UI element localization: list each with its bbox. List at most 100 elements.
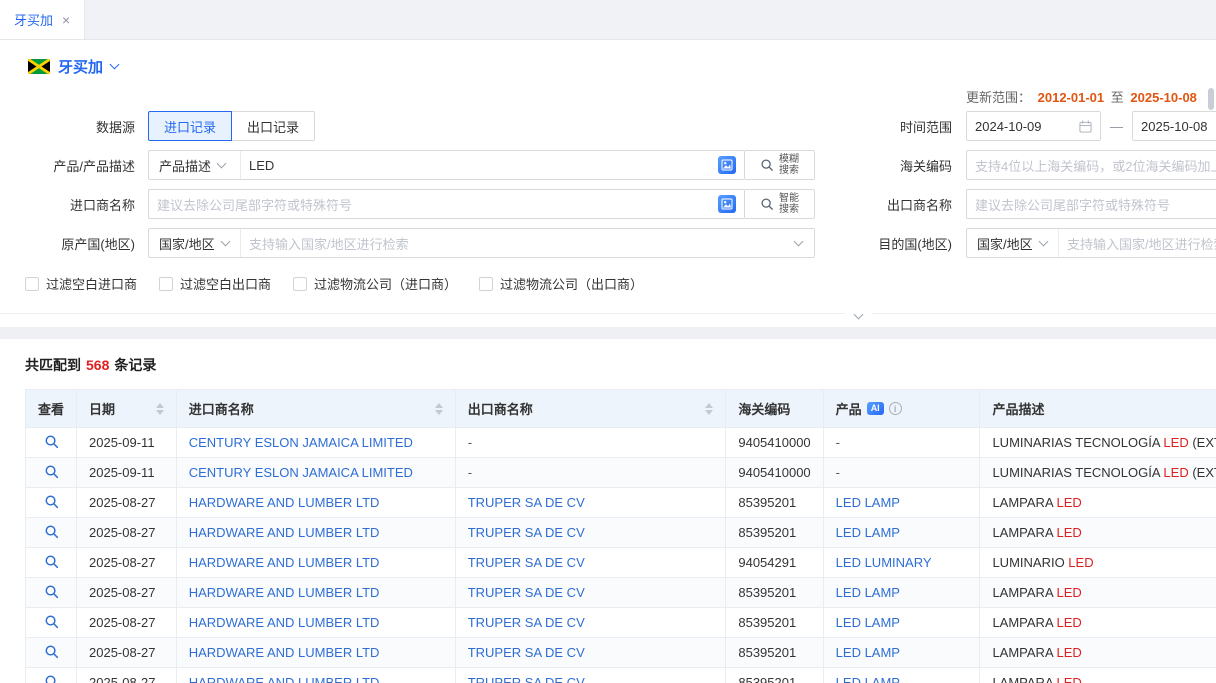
product-cell: LED LAMP [823, 518, 980, 548]
jamaica-flag-icon [28, 59, 50, 74]
product-link[interactable]: LED LAMP [836, 645, 900, 660]
view-record-button[interactable] [44, 494, 59, 509]
tab-jamaica[interactable]: 牙买加 × [0, 0, 85, 39]
product-link[interactable]: LED LUMINARY [836, 555, 932, 570]
hs-code-cell: 9405410000 [726, 458, 823, 488]
collapse-button[interactable] [845, 306, 872, 321]
importer-link[interactable]: HARDWARE AND LUMBER LTD [189, 585, 380, 600]
view-cell [26, 668, 77, 683]
fuzzy-search-button[interactable]: 模糊 搜索 [745, 150, 815, 180]
checkbox-icon[interactable] [479, 277, 493, 291]
sort-icon[interactable] [697, 403, 713, 415]
sort-icon[interactable] [427, 403, 443, 415]
destination-type-select[interactable]: 国家/地区 [967, 229, 1059, 257]
importer-cell: HARDWARE AND LUMBER LTD [176, 668, 455, 683]
scrollbar-thumb[interactable] [1208, 88, 1214, 110]
view-record-button[interactable] [44, 674, 59, 683]
exporter-link[interactable]: TRUPER SA DE CV [468, 585, 585, 600]
destination-country-input[interactable]: 支持输入国家/地区进行检索 [1059, 229, 1216, 257]
checkbox-filter-logistics-exporter[interactable]: 过滤物流公司（出口商） [479, 274, 643, 293]
product-link[interactable]: LED LAMP [836, 495, 900, 510]
origin-country-input[interactable]: 支持输入国家/地区进行检索 [241, 229, 795, 257]
image-search-icon[interactable] [718, 156, 736, 174]
exporter-link[interactable]: TRUPER SA DE CV [468, 615, 585, 630]
filter-divider [0, 313, 1216, 327]
checkbox-icon[interactable] [159, 277, 173, 291]
origin-type-select[interactable]: 国家/地区 [149, 229, 241, 257]
start-date-input[interactable]: 2024-10-09 [966, 111, 1101, 141]
product-link[interactable]: LED LAMP [836, 525, 900, 540]
table-row: 2025-08-27 HARDWARE AND LUMBER LTD TRUPE… [26, 608, 1216, 638]
info-icon[interactable]: i [889, 402, 902, 415]
view-record-button[interactable] [44, 614, 59, 629]
hs-code-cell: 85395201 [726, 608, 823, 638]
hs-code-cell: 85395201 [726, 638, 823, 668]
data-source-label: 数据源 [0, 117, 148, 136]
table-row: 2025-08-27 HARDWARE AND LUMBER LTD TRUPE… [26, 548, 1216, 578]
checkbox-label: 过滤物流公司（出口商） [500, 274, 643, 293]
column-header-importer[interactable]: 进口商名称 [176, 390, 455, 428]
exporter-cell: - [455, 428, 726, 458]
checkbox-icon[interactable] [25, 277, 39, 291]
filter-checkboxes: 过滤空白进口商 过滤空白出口商 过滤物流公司（进口商） 过滤物流公司（出口商） [25, 274, 1216, 293]
country-chevron-down-icon[interactable] [110, 60, 120, 70]
view-record-button[interactable] [44, 464, 59, 479]
column-header-date[interactable]: 日期 [77, 390, 177, 428]
import-records-button[interactable]: 进口记录 [148, 111, 232, 141]
importer-link[interactable]: CENTURY ESLON JAMAICA LIMITED [189, 435, 413, 450]
product-link[interactable]: LED LAMP [836, 675, 900, 683]
hs-code-cell: 85395201 [726, 488, 823, 518]
importer-name-input[interactable]: 建议去除公司尾部字符或特殊符号 [149, 190, 718, 218]
description-cell: LAMPARA LED [980, 638, 1216, 668]
importer-link[interactable]: HARDWARE AND LUMBER LTD [189, 615, 380, 630]
view-record-button[interactable] [44, 584, 59, 599]
view-record-button[interactable] [44, 434, 59, 449]
exporter-link[interactable]: TRUPER SA DE CV [468, 495, 585, 510]
checkbox-filter-blank-importer[interactable]: 过滤空白进口商 [25, 274, 137, 293]
checkbox-icon[interactable] [293, 277, 307, 291]
hs-code-cell: 94054291 [726, 548, 823, 578]
importer-link[interactable]: CENTURY ESLON JAMAICA LIMITED [189, 465, 413, 480]
view-record-button[interactable] [44, 524, 59, 539]
update-range-end: 2025-10-08 [1130, 90, 1197, 105]
importer-cell: HARDWARE AND LUMBER LTD [176, 548, 455, 578]
export-records-button[interactable]: 出口记录 [231, 111, 315, 141]
sort-icon[interactable] [148, 403, 164, 415]
exporter-name-input[interactable]: 建议去除公司尾部字符或特殊符号 [966, 189, 1216, 219]
product-cell: LED LAMP [823, 488, 980, 518]
exporter-link[interactable]: TRUPER SA DE CV [468, 675, 585, 683]
product-type-select[interactable]: 产品描述 [149, 151, 241, 179]
product-cell: - [823, 458, 980, 488]
end-date-input[interactable]: 2025-10-08 [1132, 111, 1216, 141]
magnifier-icon [44, 464, 59, 479]
origin-input-group: 国家/地区 支持输入国家/地区进行检索 [148, 228, 815, 258]
importer-link[interactable]: HARDWARE AND LUMBER LTD [189, 555, 380, 570]
product-link[interactable]: LED LAMP [836, 615, 900, 630]
product-search-input[interactable]: LED [241, 151, 718, 179]
table-row: 2025-09-11 CENTURY ESLON JAMAICA LIMITED… [26, 458, 1216, 488]
importer-link[interactable]: HARDWARE AND LUMBER LTD [189, 495, 380, 510]
exporter-link[interactable]: TRUPER SA DE CV [468, 525, 585, 540]
importer-link[interactable]: HARDWARE AND LUMBER LTD [189, 645, 380, 660]
product-link[interactable]: LED LAMP [836, 585, 900, 600]
hs-code-input[interactable]: 支持4位以上海关编码，或2位海关编码加上 [966, 150, 1216, 180]
exporter-link[interactable]: TRUPER SA DE CV [468, 645, 585, 660]
view-record-button[interactable] [44, 554, 59, 569]
product-cell: LED LAMP [823, 638, 980, 668]
checkbox-filter-blank-exporter[interactable]: 过滤空白出口商 [159, 274, 271, 293]
magnifier-icon [44, 524, 59, 539]
exporter-cell: TRUPER SA DE CV [455, 608, 726, 638]
importer-link[interactable]: HARDWARE AND LUMBER LTD [189, 675, 380, 683]
checkbox-filter-logistics-importer[interactable]: 过滤物流公司（进口商） [293, 274, 457, 293]
smart-search-button[interactable]: 智能 搜索 [745, 189, 815, 219]
importer-link[interactable]: HARDWARE AND LUMBER LTD [189, 525, 380, 540]
view-cell [26, 548, 77, 578]
tab-close-icon[interactable]: × [62, 13, 70, 27]
column-header-exporter[interactable]: 出口商名称 [455, 390, 726, 428]
table-header-row: 查看 日期 进口商名称 出口商名称 [26, 390, 1216, 428]
filter-row-importer: 进口商名称 建议去除公司尾部字符或特殊符号 [0, 189, 1216, 219]
product-label: 产品/产品描述 [0, 156, 148, 175]
view-record-button[interactable] [44, 644, 59, 659]
image-search-icon[interactable] [718, 195, 736, 213]
exporter-link[interactable]: TRUPER SA DE CV [468, 555, 585, 570]
